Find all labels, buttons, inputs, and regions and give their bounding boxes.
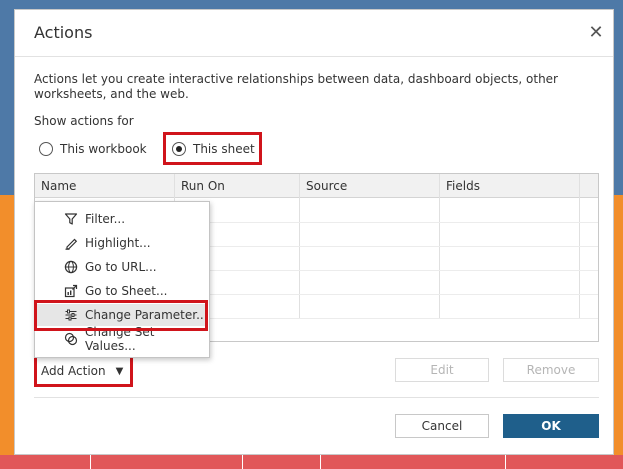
menu-item-filter[interactable]: Filter... [36, 208, 208, 230]
highlight-icon [64, 236, 78, 250]
background-seam [505, 455, 506, 469]
table-header: Name Run On Source Fields [35, 174, 598, 198]
add-action-menu: Filter... Highlight... Go to URL... Go t… [34, 201, 210, 358]
column-header-run-on[interactable]: Run On [181, 179, 225, 193]
dialog-title: Actions [34, 23, 93, 42]
cancel-button[interactable]: Cancel [395, 414, 489, 438]
set-values-icon [64, 332, 78, 346]
menu-item-highlight[interactable]: Highlight... [36, 232, 208, 254]
menu-item-change-set-values[interactable]: Change Set Values... [36, 325, 208, 353]
background-seam [242, 455, 243, 469]
menu-item-go-to-url[interactable]: Go to URL... [36, 256, 208, 278]
highlight-box-change-parameter [34, 300, 208, 331]
globe-icon [64, 260, 78, 274]
highlight-box-add-action [34, 354, 133, 387]
sheet-icon [64, 284, 78, 298]
column-header-fields[interactable]: Fields [446, 179, 480, 193]
show-actions-label: Show actions for [34, 114, 134, 128]
radio-button-icon[interactable] [39, 142, 53, 156]
background-seam [320, 455, 321, 469]
background-tile-bottom [0, 455, 623, 469]
edit-button[interactable]: Edit [395, 358, 489, 382]
menu-item-go-to-sheet[interactable]: Go to Sheet... [36, 280, 208, 302]
menu-item-label: Go to Sheet... [85, 284, 168, 298]
footer-divider [34, 397, 599, 398]
ok-button[interactable]: OK [503, 414, 599, 438]
menu-item-label: Highlight... [85, 236, 151, 250]
radio-label: This workbook [60, 142, 147, 156]
highlight-box-this-sheet [163, 132, 262, 165]
menu-item-label: Filter... [85, 212, 126, 226]
column-header-name[interactable]: Name [41, 179, 76, 193]
radio-this-workbook[interactable]: This workbook [39, 142, 147, 156]
background-seam [90, 455, 91, 469]
title-divider [15, 56, 613, 57]
menu-item-label: Go to URL... [85, 260, 157, 274]
column-header-source[interactable]: Source [306, 179, 347, 193]
dialog-description: Actions let you create interactive relat… [34, 72, 558, 101]
filter-icon [64, 212, 78, 226]
remove-button[interactable]: Remove [503, 358, 599, 382]
close-icon[interactable]: ✕ [587, 24, 605, 42]
